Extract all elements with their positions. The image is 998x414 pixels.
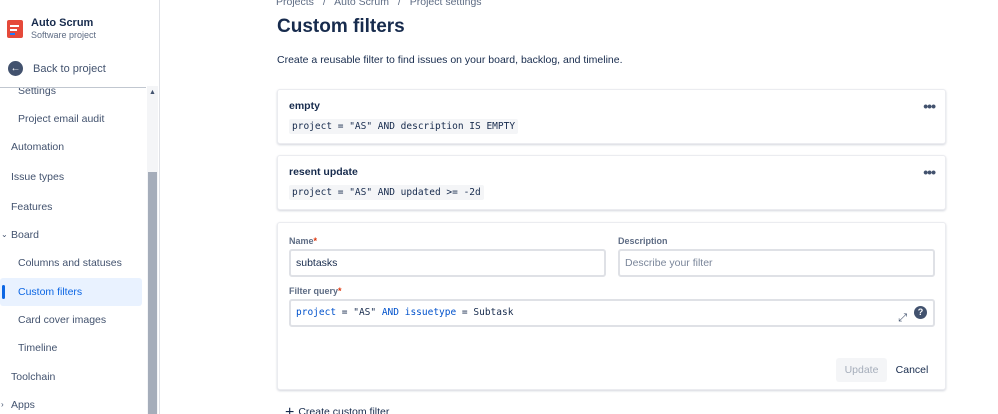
required-asterisk: * [313,236,318,246]
sidebar-item-label: Board [11,229,40,241]
cancel-button[interactable]: Cancel [892,358,932,382]
sidebar-item-label: Custom filters [18,286,83,298]
sidebar-scrollbar-thumb[interactable] [148,172,157,414]
sidebar-item-card-cover-images[interactable]: Card cover images [0,306,142,334]
more-actions-icon[interactable]: ••• [923,164,936,180]
sidebar-item-label: Issue types [11,171,65,183]
project-logo-icon [7,20,23,38]
jql-operator-token: = [456,307,474,318]
sidebar-item-custom-filters[interactable]: Custom filters [0,278,142,306]
filter-name: resent update [289,166,358,178]
breadcrumb-auto-scrum[interactable]: Auto Scrum [334,0,389,8]
sidebar-item-columns-and-statuses[interactable]: Columns and statuses [0,249,142,277]
create-custom-filter-label: Create custom filter [298,406,390,414]
breadcrumb-project-settings[interactable]: Project settings [410,0,482,8]
scroll-up-arrow-icon[interactable]: ▲ [149,89,156,96]
filter-query-label-text: Filter query [289,286,339,296]
filter-query: project = "AS" AND description IS EMPTY [289,119,519,134]
description-input[interactable]: Describe your filter [618,249,935,277]
jql-operator-token: = [336,307,354,318]
sidebar-item-label: Toolchain [11,371,56,383]
description-field-label: Description [618,236,668,246]
required-asterisk: * [338,286,342,296]
filter-card: empty project = "AS" AND description IS … [277,89,946,144]
filter-query: project = "AS" AND updated >= -2d [289,185,484,200]
sidebar-item-features[interactable]: Features [0,193,142,221]
sidebar-item-label: Features [11,201,53,213]
chevron-right-icon: › [1,400,4,409]
filter-name: empty [289,100,320,112]
breadcrumb-projects[interactable]: Projects [276,0,314,8]
sidebar-item-toolchain[interactable]: Toolchain [0,363,142,391]
help-icon[interactable]: ? [914,306,927,319]
project-header[interactable]: Auto Scrum Software project [7,17,96,41]
sidebar-item-label: Columns and statuses [18,257,122,269]
jql-value-token: Subtask [473,307,514,318]
project-name: Auto Scrum [31,17,94,29]
sidebar-item-label: Project email audit [18,113,105,125]
breadcrumb: Projects / Auto Scrum / Project settings [276,0,488,8]
jql-keyword-token: AND [376,307,405,318]
sidebar-item-issue-types[interactable]: Issue types [0,163,142,191]
back-to-project-label: Back to project [33,62,106,75]
create-custom-filter-button[interactable]: + Create custom filter [285,404,389,414]
plus-icon: + [285,404,295,414]
breadcrumb-separator: / [322,0,326,8]
update-button[interactable]: Update [836,358,887,382]
sidebar-item-board[interactable]: ⌄ Board [0,221,142,249]
filter-card: resent update project = "AS" AND updated… [277,155,946,210]
filter-edit-form: Name* subtasks Description Describe your… [277,222,946,390]
filter-query-input[interactable]: project = "AS" AND issuetype = Subtask ⤢… [289,299,935,327]
jql-field-token: issuetype [404,307,457,318]
sidebar-divider [0,87,146,88]
jql-value-token: "AS" [353,307,377,318]
filter-query-label: Filter query* [289,286,342,296]
page-description: Create a reusable filter to find issues … [277,54,623,66]
sidebar-item-automation[interactable]: Automation [0,133,142,161]
sidebar-item-label: Card cover images [18,314,107,326]
sidebar-item-settings[interactable]: Settings [0,77,142,105]
name-field-label: Name* [289,236,317,246]
chevron-down-icon: ⌄ [1,230,8,239]
back-to-project-button[interactable]: ← Back to project [8,61,106,76]
page-title: Custom filters [277,16,405,37]
name-input[interactable]: subtasks [289,249,606,277]
sidebar-item-label: Automation [11,141,65,153]
sidebar-item-project-email-audit[interactable]: Project email audit [0,105,142,133]
breadcrumb-separator: / [397,0,401,8]
sidebar-item-apps[interactable]: › Apps [0,391,142,414]
sidebar-item-label: Apps [11,399,35,411]
sidebar-item-timeline[interactable]: Timeline [0,334,142,362]
more-actions-icon[interactable]: ••• [923,98,936,114]
project-sidebar: Auto Scrum Software project ← Back to pr… [0,0,160,414]
expand-icon[interactable]: ⤢ [898,306,907,330]
jql-field-token: project [296,307,337,318]
project-type: Software project [31,30,97,40]
sidebar-item-label: Timeline [18,342,58,354]
arrow-left-icon: ← [8,61,23,76]
name-label-text: Name [289,236,314,246]
